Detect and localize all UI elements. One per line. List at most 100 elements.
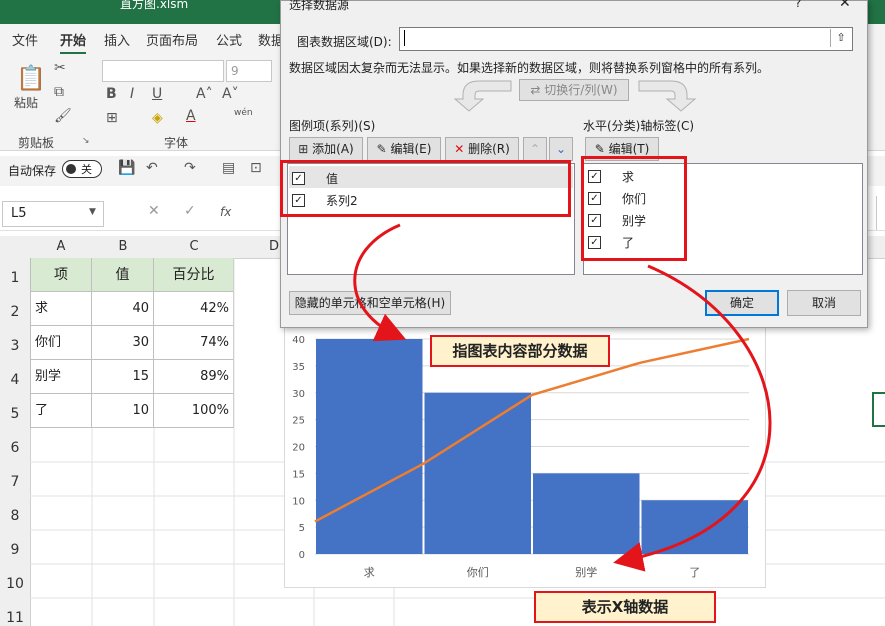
cancel-formula-icon[interactable]: ✕ (148, 203, 160, 219)
help-icon[interactable]: ? (795, 0, 801, 10)
row-header-2[interactable]: 2 (0, 304, 30, 320)
save-icon[interactable]: 💾 (118, 160, 135, 176)
col-header-a[interactable]: A (30, 239, 92, 254)
add-series-button[interactable]: ⊞ 添加(A) (289, 137, 363, 161)
window-title: 直方图.xlsm (120, 0, 189, 11)
delete-series-button[interactable]: ✕ 删除(R) (445, 137, 519, 161)
font-name-combo[interactable] (102, 60, 224, 82)
x-tick-label: 你们 (467, 565, 489, 579)
callout-chart-data: 指图表内容部分数据 (430, 335, 610, 367)
close-icon[interactable]: ✕ (839, 0, 851, 11)
x-tick-label: 了 (689, 566, 700, 579)
y-tick-label: 35 (292, 362, 305, 373)
category-highlight-box (581, 156, 687, 261)
x-tick-label: 别学 (575, 565, 597, 579)
edit-label: 编辑(E) (390, 142, 432, 156)
edit-axis-label: 编辑(T) (608, 142, 650, 156)
row-header-3[interactable]: 3 (0, 338, 30, 354)
formula-expand-handle[interactable] (876, 196, 885, 230)
border-icon[interactable]: ⊞ (106, 110, 118, 126)
row-header-7[interactable]: 7 (0, 474, 30, 490)
row-header-8[interactable]: 8 (0, 508, 30, 524)
range-message: 数据区域因太复杂而无法显示。如果选择新的数据区域，则将替换系列窗格中的所有系列。 (289, 61, 770, 75)
tab-page-layout[interactable]: 页面布局 (146, 30, 198, 49)
bar (533, 473, 640, 554)
dialog-title: 选择数据源 (289, 0, 350, 12)
y-tick-label: 20 (292, 443, 305, 454)
tab-home[interactable]: 开始 (60, 30, 87, 55)
name-box-value: L5 (11, 206, 27, 221)
redo-icon[interactable]: ↷ (184, 160, 196, 176)
range-input[interactable]: ⇧ (399, 27, 853, 51)
tab-formulas[interactable]: 公式 (216, 30, 242, 49)
right-arrow-icon (638, 80, 697, 112)
x-tick-label: 求 (364, 566, 375, 579)
y-tick-label: 10 (292, 496, 305, 507)
collapse-dialog-icon[interactable]: ⇧ (830, 29, 851, 47)
italic-icon[interactable]: I (130, 86, 134, 102)
increase-font-icon[interactable]: A˄ (196, 86, 213, 102)
edit-series-button[interactable]: ✎ 编辑(E) (367, 137, 441, 161)
edit-icon: ✎ (376, 142, 391, 156)
paste-icon[interactable]: 📋 (16, 64, 46, 92)
switch-row-column-button[interactable]: ⇄ 切换行/列(W) (519, 79, 629, 101)
y-tick-label: 0 (299, 550, 305, 561)
series-highlight-box (280, 160, 571, 217)
row-header-11[interactable]: 11 (0, 610, 30, 626)
autosave-toggle[interactable]: 关 (62, 160, 102, 178)
paste-label: 粘贴 (14, 96, 39, 110)
underline-icon[interactable]: U (152, 86, 162, 102)
y-tick-label: 30 (292, 389, 305, 400)
decrease-font-icon[interactable]: A˅ (222, 86, 239, 102)
add-label: 添加(A) (312, 142, 354, 156)
chevron-up-icon: ⌃ (529, 142, 541, 156)
cancel-button[interactable]: 取消 (787, 290, 861, 316)
col-header-b[interactable]: B (92, 239, 154, 254)
form-icon[interactable]: ▤ (222, 160, 235, 176)
switch-icon: ⇄ (530, 83, 545, 97)
legend-entries-label: 图例项(系列)(S) (289, 119, 376, 133)
axis-labels-label: 水平(分类)轴标签(C) (583, 119, 695, 133)
delete-label: 删除(R) (468, 142, 510, 156)
hidden-empty-cells-button[interactable]: 隐藏的单元格和空单元格(H) (289, 291, 451, 315)
y-tick-label: 15 (292, 469, 305, 480)
toggle-label: 关 (81, 163, 92, 176)
tab-insert[interactable]: 插入 (104, 30, 130, 49)
row-header-6[interactable]: 6 (0, 440, 30, 456)
callout-x-axis: 表示X轴数据 (534, 591, 716, 623)
y-tick-label: 5 (299, 523, 305, 534)
edit-axis-icon: ✎ (594, 142, 609, 156)
copy-icon[interactable]: ⧉ (54, 84, 64, 100)
move-up-button[interactable]: ⌃ (523, 137, 547, 161)
phonetic-icon[interactable]: wén (234, 108, 253, 118)
name-box[interactable]: L5 ▼ (2, 201, 104, 227)
row-header-5[interactable]: 5 (0, 406, 30, 422)
row-header-1[interactable]: 1 (0, 270, 30, 286)
fill-color-icon[interactable]: ◈ (152, 110, 163, 126)
text-cursor (404, 30, 405, 46)
ok-button[interactable]: 确定 (705, 290, 779, 316)
row-header-4[interactable]: 4 (0, 372, 30, 388)
bar (316, 339, 423, 554)
row-header-10[interactable]: 10 (0, 576, 30, 592)
format-painter-icon[interactable]: 🖌 (54, 108, 72, 124)
cut-icon[interactable]: ✂ (54, 60, 66, 76)
bar (641, 500, 748, 554)
fx-icon[interactable]: fx (220, 205, 231, 219)
row-header-9[interactable]: 9 (0, 542, 30, 558)
bar (424, 392, 531, 554)
bold-icon[interactable]: B (106, 86, 117, 102)
undo-icon[interactable]: ↶ (146, 160, 158, 176)
confirm-formula-icon[interactable]: ✓ (184, 203, 196, 219)
chevron-down-icon: ⌄ (555, 142, 567, 156)
clipboard-launcher-icon[interactable]: ↘ (82, 136, 90, 146)
font-size-combo[interactable]: 9 (226, 60, 272, 82)
custom-icon[interactable]: ⊡ (250, 160, 262, 176)
move-down-button[interactable]: ⌄ (549, 137, 573, 161)
range-label: 图表数据区域(D): (297, 35, 392, 49)
group-font: 字体 (164, 136, 189, 150)
col-header-c[interactable]: C (154, 239, 234, 254)
font-color-icon[interactable]: A (186, 108, 196, 124)
tab-file[interactable]: 文件 (12, 30, 38, 49)
left-arrow-icon (453, 80, 512, 112)
